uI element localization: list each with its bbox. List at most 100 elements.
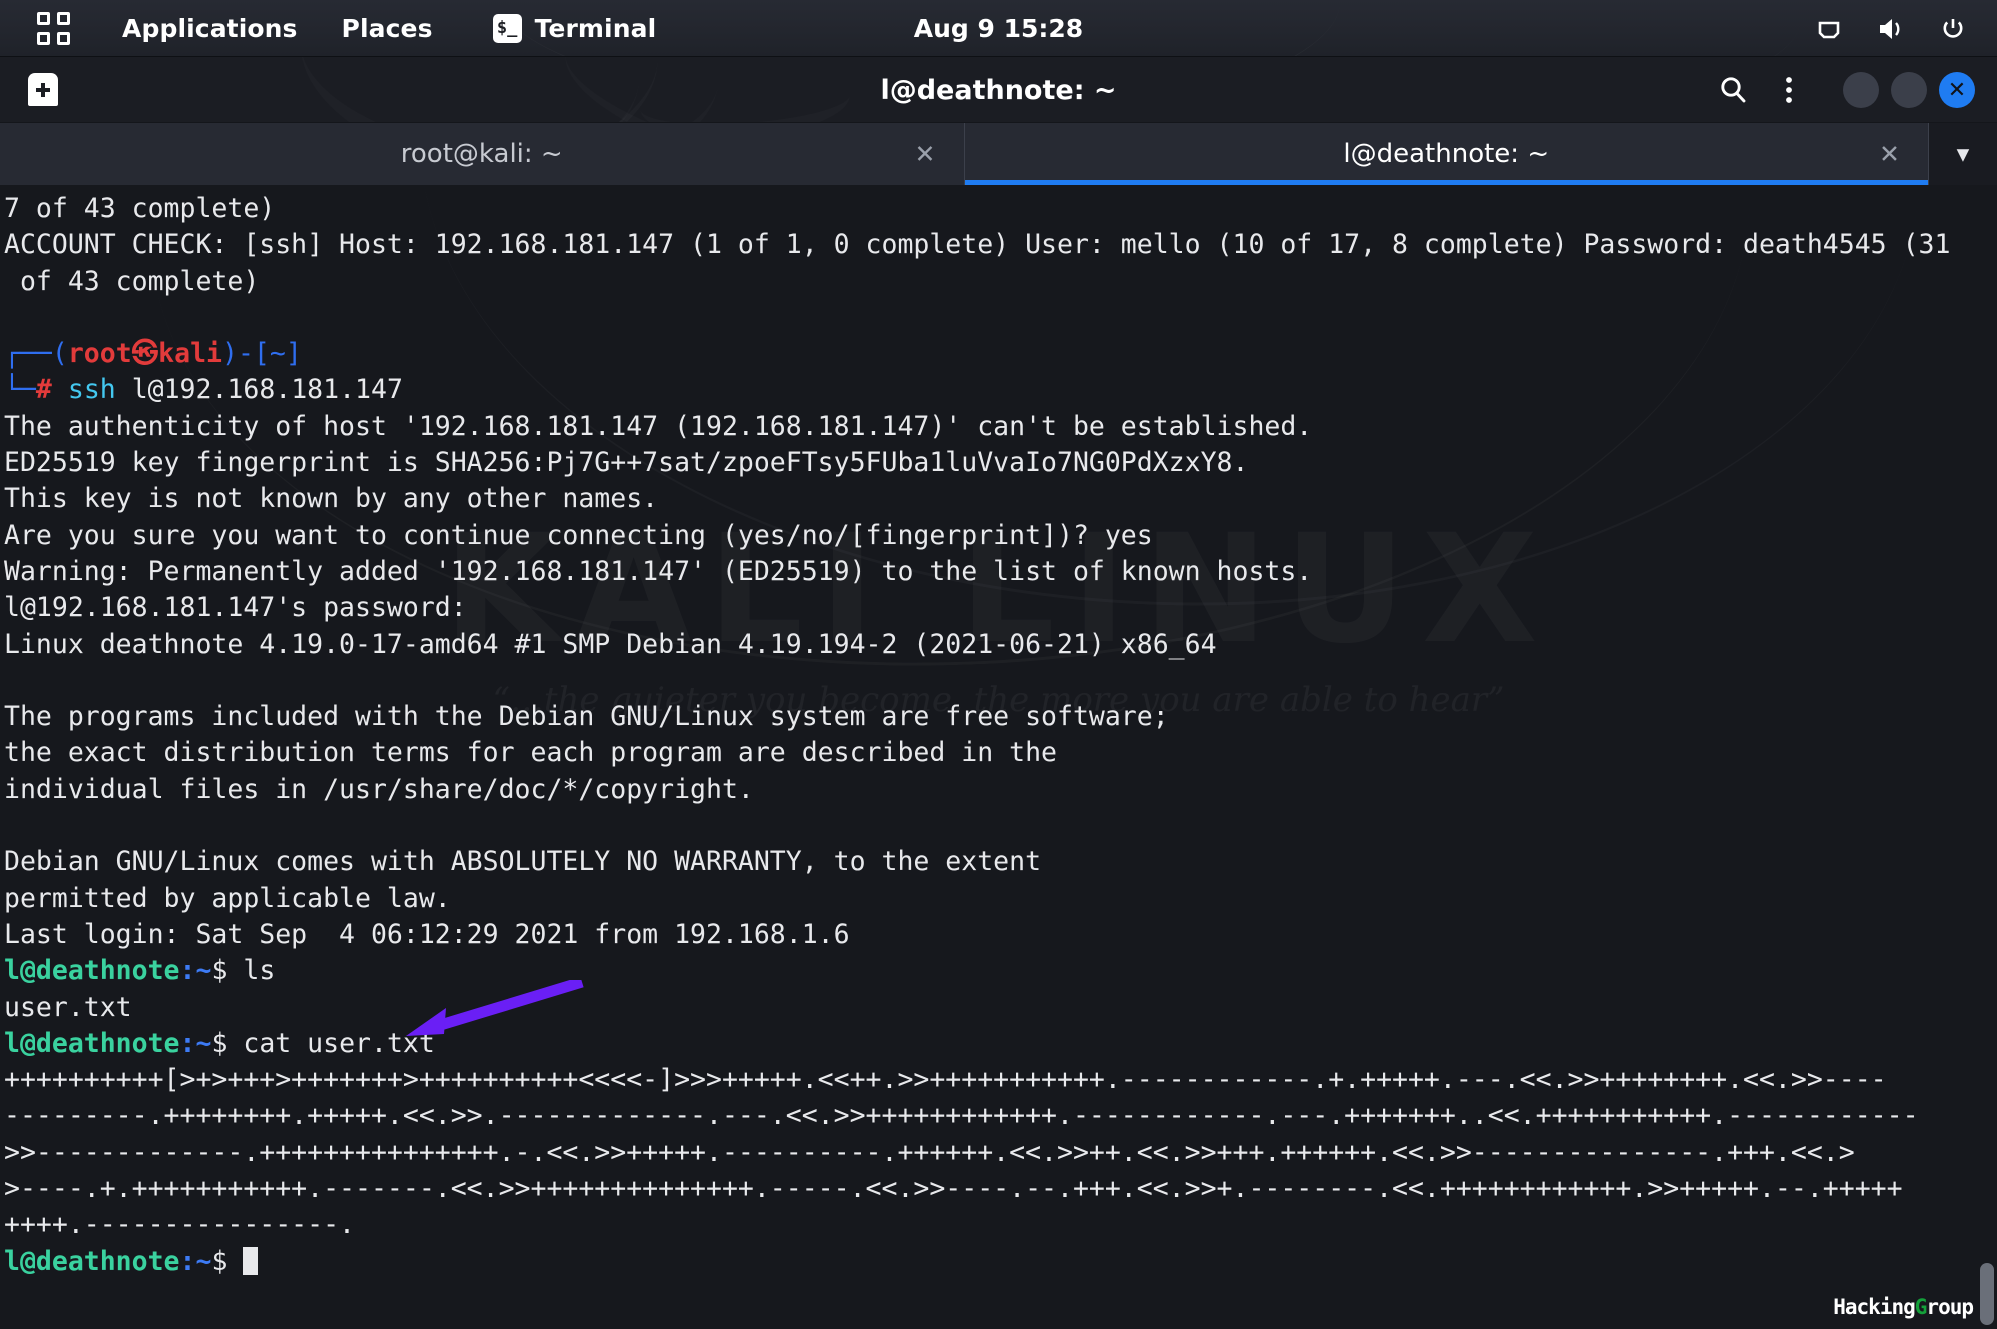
app-grid-square-1 bbox=[36, 11, 50, 25]
line-cat-output-2: >>-------------.+++++++++++++++.-.<<.>>+… bbox=[4, 1136, 1855, 1168]
kali-dragon-decoration-2 bbox=[109, 57, 650, 122]
prompt-hash: # bbox=[35, 374, 52, 406]
network-icon[interactable] bbox=[1815, 15, 1843, 43]
line-account-check-1: ACCOUNT CHECK: [ssh] Host: 192.168.181.1… bbox=[4, 229, 1951, 261]
hacking-group-watermark: HackingGroup bbox=[1833, 1295, 1974, 1319]
close-button[interactable]: ✕ bbox=[1939, 72, 1975, 108]
prompt-user-host: root㉿kali bbox=[67, 338, 222, 370]
remote-prompt-user-host: l@deathnote bbox=[4, 1245, 180, 1277]
line-ssh-output-0: The authenticity of host '192.168.181.14… bbox=[4, 410, 1313, 442]
command-ls: ls bbox=[227, 955, 276, 987]
scrollbar-thumb[interactable] bbox=[1980, 1263, 1994, 1325]
new-tab-icon-shape bbox=[28, 73, 58, 106]
terminal-titlebar[interactable]: l@deathnote: ~ ✕ bbox=[0, 57, 1997, 123]
prompt-open-paren: ( bbox=[51, 338, 68, 370]
kali-dragon-decoration-3 bbox=[289, 57, 731, 122]
line-ssh-output-10: individual files in /usr/share/doc/*/cop… bbox=[4, 773, 754, 805]
menu-places[interactable]: Places bbox=[326, 8, 449, 49]
remote-prompt-dollar: $ bbox=[211, 1027, 228, 1059]
tab-root-kali[interactable]: root@kali: ~ ✕ bbox=[0, 123, 965, 185]
search-icon[interactable] bbox=[1705, 62, 1761, 118]
kali-dragon-decoration-5 bbox=[638, 60, 852, 122]
line-cat-output-4: ++++.----------------. bbox=[4, 1209, 355, 1241]
prompt-cwd: [~] bbox=[253, 338, 302, 370]
remote-prompt-colon: : bbox=[179, 955, 196, 987]
brand-accent: G bbox=[1914, 1295, 1928, 1319]
line-ssh-output-2: This key is not known by any other names… bbox=[4, 483, 659, 515]
app-grid-square-3 bbox=[36, 31, 50, 45]
new-tab-icon[interactable] bbox=[24, 71, 62, 109]
plus-glyph bbox=[36, 82, 50, 97]
window-button-terminal-label: Terminal bbox=[534, 13, 657, 43]
menu-places-label: Places bbox=[341, 13, 433, 43]
app-grid-square-2 bbox=[56, 11, 70, 25]
terminal-tabbar: root@kali: ~ ✕ l@deathnote: ~ ✕ ▼ bbox=[0, 123, 1997, 185]
line-ls-output-0: user.txt bbox=[4, 991, 132, 1023]
line-ssh-output-9: the exact distribution terms for each pr… bbox=[4, 737, 1057, 769]
app-grid-icon[interactable] bbox=[36, 11, 70, 45]
power-icon[interactable] bbox=[1939, 15, 1967, 43]
gnome-top-panel: Applications Places $_ Terminal Aug 9 15… bbox=[0, 0, 1997, 57]
terminal-prompt-icon: $_ bbox=[492, 13, 522, 43]
terminal-output: 7 of 43 complete) ACCOUNT CHECK: [ssh] H… bbox=[0, 191, 1997, 1280]
remote-prompt-colon: : bbox=[179, 1027, 196, 1059]
system-tray bbox=[1815, 0, 1967, 56]
remote-prompt-user-host: l@deathnote bbox=[4, 955, 180, 987]
kali-dragon-decoration-1 bbox=[25, 57, 675, 122]
panel-clock-label: Aug 9 15:28 bbox=[913, 14, 1084, 43]
prompt-branch-top: ┌── bbox=[4, 338, 52, 370]
volume-icon[interactable] bbox=[1877, 15, 1905, 43]
remote-prompt-cwd: ~ bbox=[195, 1027, 212, 1059]
tab-l-deathnote[interactable]: l@deathnote: ~ ✕ bbox=[964, 123, 1929, 185]
terminal-screen[interactable]: KALI LINUX “…the quieter you become, the… bbox=[0, 185, 1997, 1329]
close-icon: ✕ bbox=[1947, 77, 1967, 103]
remote-prompt-user-host: l@deathnote bbox=[4, 1027, 180, 1059]
line-ssh-output-6: Linux deathnote 4.19.0-17-amd64 #1 SMP D… bbox=[4, 628, 1217, 660]
overflow-menu-icon[interactable] bbox=[1761, 62, 1817, 118]
line-cat-output-0: ++++++++++[>+>+++>+++++++>++++++++++<<<<… bbox=[4, 1064, 1887, 1096]
minimize-button[interactable] bbox=[1843, 72, 1879, 108]
line-account-check-2: of 43 complete) bbox=[4, 265, 260, 297]
menu-applications-label: Applications bbox=[122, 13, 298, 43]
remote-prompt-dollar: $ bbox=[211, 955, 228, 987]
remote-prompt-dollar: $ bbox=[211, 1245, 228, 1277]
tab-label: l@deathnote: ~ bbox=[1343, 139, 1550, 169]
tab-label: root@kali: ~ bbox=[400, 139, 563, 169]
line-ssh-output-1: ED25519 key fingerprint is SHA256:Pj7G++… bbox=[4, 447, 1249, 479]
line-ssh-output-8: The programs included with the Debian GN… bbox=[4, 701, 1169, 733]
menu-applications[interactable]: Applications bbox=[106, 8, 314, 49]
page-title: l@deathnote: ~ bbox=[0, 57, 1997, 122]
titlebar-actions: ✕ bbox=[1705, 57, 1975, 122]
command-cat-user-txt: cat user.txt bbox=[227, 1027, 435, 1059]
window-title-label: l@deathnote: ~ bbox=[880, 74, 1117, 106]
maximize-button[interactable] bbox=[1891, 72, 1927, 108]
remote-prompt-cwd: ~ bbox=[195, 955, 212, 987]
close-icon[interactable]: ✕ bbox=[915, 142, 936, 167]
window-controls: ✕ bbox=[1843, 72, 1975, 108]
line-scrollback-tail: 7 of 43 complete) bbox=[4, 193, 276, 224]
chevron-down-icon[interactable]: ▼ bbox=[1929, 123, 1997, 185]
chevron-down-glyph: ▼ bbox=[1956, 142, 1970, 166]
line-ssh-output-13: permitted by applicable law. bbox=[4, 882, 451, 914]
line-ssh-output-14: Last login: Sat Sep 4 06:12:29 2021 from… bbox=[4, 918, 850, 950]
brand-prefix: Hacking bbox=[1833, 1295, 1916, 1319]
kali-dragon-decoration-4 bbox=[550, 57, 900, 122]
window-button-terminal[interactable]: $_ Terminal bbox=[479, 10, 671, 47]
line-ssh-output-3: Are you sure you want to continue connec… bbox=[4, 519, 1153, 551]
prompt-close-paren: )- bbox=[221, 338, 254, 370]
close-icon[interactable]: ✕ bbox=[1879, 142, 1900, 167]
brand-suffix: roup bbox=[1926, 1295, 1974, 1319]
remote-prompt-cwd: ~ bbox=[195, 1245, 212, 1277]
line-cat-output-3: >----.+.+++++++++++.-------.<<.>>+++++++… bbox=[4, 1173, 1903, 1205]
line-ssh-output-12: Debian GNU/Linux comes with ABSOLUTELY N… bbox=[4, 846, 1042, 878]
command-name-ssh: ssh bbox=[67, 374, 116, 406]
command-args-ssh: l@192.168.181.147 bbox=[115, 374, 403, 406]
remote-prompt-colon: : bbox=[179, 1245, 196, 1277]
terminal-window: l@deathnote: ~ ✕ root@kali: ~ ✕ l@deathn… bbox=[0, 57, 1997, 1329]
line-ssh-output-4: Warning: Permanently added '192.168.181.… bbox=[4, 555, 1313, 587]
line-cat-output-1: ---------.++++++++.+++++.<<.>>.---------… bbox=[4, 1100, 1919, 1132]
line-ssh-output-5: l@192.168.181.147's password: bbox=[4, 592, 467, 624]
prompt-branch-bottom: └─ bbox=[4, 374, 36, 406]
app-grid-square-4 bbox=[56, 31, 70, 45]
desktop-screen: Applications Places $_ Terminal Aug 9 15… bbox=[0, 0, 1997, 1329]
